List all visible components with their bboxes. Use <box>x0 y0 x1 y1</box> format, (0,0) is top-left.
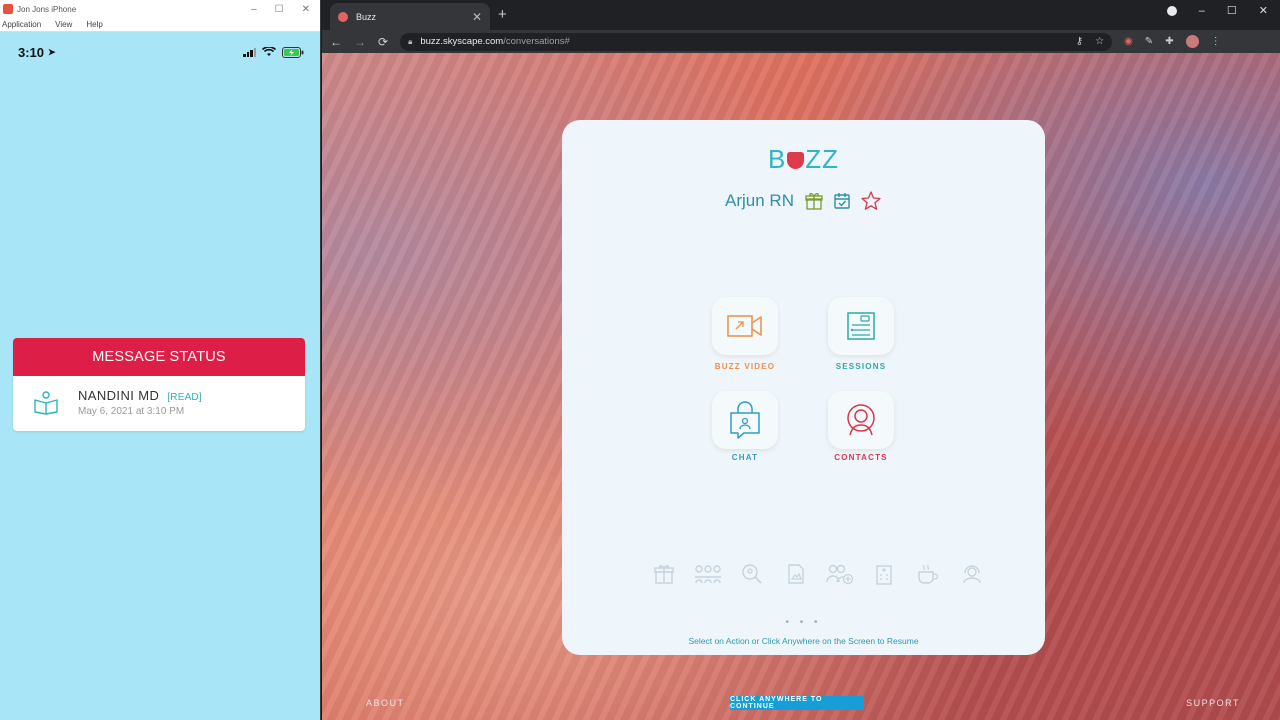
kebab-menu-icon[interactable]: ⋮ <box>1211 36 1221 47</box>
page-background[interactable]: B ZZ Arjun RN BUZZ VIDEO SESSIONS CHAT C… <box>322 53 1280 720</box>
address-bar[interactable]: 🔒︎ buzz.skyscape.com/conversations# ⚷ ☆ <box>400 32 1113 51</box>
wifi-icon <box>262 47 276 56</box>
profile-avatar-icon[interactable] <box>1185 35 1199 48</box>
close-tab-icon[interactable]: ✕ <box>472 10 482 24</box>
menu-application[interactable]: Application <box>2 20 41 29</box>
contacts-tile[interactable] <box>828 391 894 449</box>
quick-actions-row <box>642 563 994 585</box>
close-button[interactable]: ✕ <box>302 4 310 15</box>
gift-box-icon[interactable] <box>804 191 824 211</box>
phone-titlebar: Jon Jons iPhone – ☐ ✕ <box>0 0 320 18</box>
reload-icon[interactable]: ⟳ <box>378 35 388 49</box>
coffee-cup-logo-icon <box>787 152 805 169</box>
message-status-row[interactable]: NANDINI MD [READ] May 6, 2021 at 3:10 PM <box>13 376 305 431</box>
message-timestamp: May 6, 2021 at 3:10 PM <box>78 406 185 417</box>
pen-extension-icon[interactable]: ✎ <box>1145 36 1153 47</box>
bookmark-star-icon[interactable]: ☆ <box>1095 36 1104 47</box>
buzz-video-tile[interactable] <box>712 297 778 355</box>
tab-title: Buzz <box>356 11 377 22</box>
chat-tile[interactable] <box>712 391 778 449</box>
key-icon[interactable]: ⚷ <box>1076 36 1083 47</box>
hospital-building-icon[interactable] <box>862 563 906 585</box>
iphone-mirror-window: Jon Jons iPhone – ☐ ✕ Application View H… <box>0 0 321 720</box>
location-arrow-icon: ➤ <box>48 46 56 57</box>
maximize-button[interactable]: ☐ <box>1227 4 1237 17</box>
pagination-dots: • • • <box>785 617 822 628</box>
coffee-cup-icon[interactable] <box>906 563 950 585</box>
close-window-button[interactable]: ✕ <box>1259 4 1268 17</box>
buzz-favicon-icon <box>338 11 348 22</box>
battery-charging-icon <box>282 46 304 58</box>
support-agent-icon[interactable] <box>950 563 994 585</box>
phone-status-bar: 3:10 ➤ <box>0 38 320 66</box>
user-row: Arjun RN <box>562 190 1045 212</box>
back-arrow-icon[interactable]: ← <box>330 35 342 49</box>
about-link[interactable]: ABOUT <box>366 698 405 708</box>
maximize-button[interactable]: ☐ <box>275 4 284 15</box>
group-meeting-icon[interactable] <box>686 563 730 585</box>
document-image-icon[interactable] <box>774 563 818 585</box>
puzzle-extensions-icon[interactable]: ✚ <box>1165 36 1173 47</box>
logo-letter-b: B <box>767 144 787 174</box>
support-link[interactable]: SUPPORT <box>1186 698 1240 708</box>
phone-window-title: Jon Jons iPhone <box>17 4 77 14</box>
record-extension-icon[interactable]: ◉ <box>1124 36 1133 47</box>
url-host: buzz.skyscape.com <box>420 36 504 47</box>
tab-strip: Buzz ✕ + – ☐ ✕ <box>322 0 1280 30</box>
app-logo-icon <box>3 4 13 14</box>
logo-letters-zz: ZZ <box>805 144 840 174</box>
buzz-video-label[interactable]: BUZZ VIDEO <box>690 362 800 371</box>
chrome-window: Buzz ✕ + – ☐ ✕ ← → ⟳ 🔒︎ buzz.skyscape.co… <box>322 0 1280 720</box>
tab-search-icon[interactable] <box>1166 5 1177 16</box>
chat-label[interactable]: CHAT <box>690 453 800 462</box>
resume-hint: Select on Action or Click Anywhere on th… <box>688 636 919 646</box>
sessions-tile[interactable] <box>828 297 894 355</box>
tab-buzz[interactable]: Buzz ✕ <box>330 3 490 30</box>
status-time: 3:10 <box>18 44 45 60</box>
secure-chat-icon <box>730 401 760 439</box>
cellular-signal-icon <box>243 47 256 57</box>
message-status-card: MESSAGE STATUS NANDINI MD [READ] May 6, … <box>13 338 305 431</box>
menu-help[interactable]: Help <box>86 20 102 29</box>
sessions-list-icon <box>847 312 875 340</box>
calendar-check-icon[interactable] <box>832 191 852 211</box>
user-name: Arjun RN <box>725 191 794 210</box>
message-status-header: MESSAGE STATUS <box>13 338 305 376</box>
lock-icon: 🔒︎ <box>408 36 413 46</box>
contacts-label[interactable]: CONTACTS <box>806 453 916 462</box>
add-people-icon[interactable] <box>818 563 862 585</box>
menu-view[interactable]: View <box>55 20 72 29</box>
read-status-badge: [READ] <box>167 392 202 403</box>
sessions-label[interactable]: SESSIONS <box>806 362 916 371</box>
badge-star-icon[interactable] <box>860 190 882 212</box>
search-location-icon[interactable] <box>730 563 774 585</box>
video-camera-icon <box>727 315 762 337</box>
browser-toolbar: ← → ⟳ 🔒︎ buzz.skyscape.com/conversations… <box>322 30 1280 53</box>
gift-icon[interactable] <box>642 563 686 585</box>
open-book-icon <box>34 391 58 415</box>
continue-button[interactable]: CLICK ANYWHERE TO CONTINUE <box>730 696 864 710</box>
buzz-action-panel[interactable]: B ZZ Arjun RN BUZZ VIDEO SESSIONS CHAT C… <box>562 120 1045 655</box>
phone-menubar: Application View Help <box>0 18 320 32</box>
contact-person-icon <box>847 404 875 436</box>
minimize-button[interactable]: – <box>251 4 257 15</box>
minimize-button[interactable]: – <box>1199 5 1205 17</box>
forward-arrow-icon[interactable]: → <box>354 35 366 49</box>
url-path: /conversations# <box>503 36 570 47</box>
buzz-logo: B ZZ <box>562 144 1045 175</box>
message-sender: NANDINI MD <box>78 388 160 403</box>
new-tab-icon[interactable]: + <box>498 6 507 23</box>
